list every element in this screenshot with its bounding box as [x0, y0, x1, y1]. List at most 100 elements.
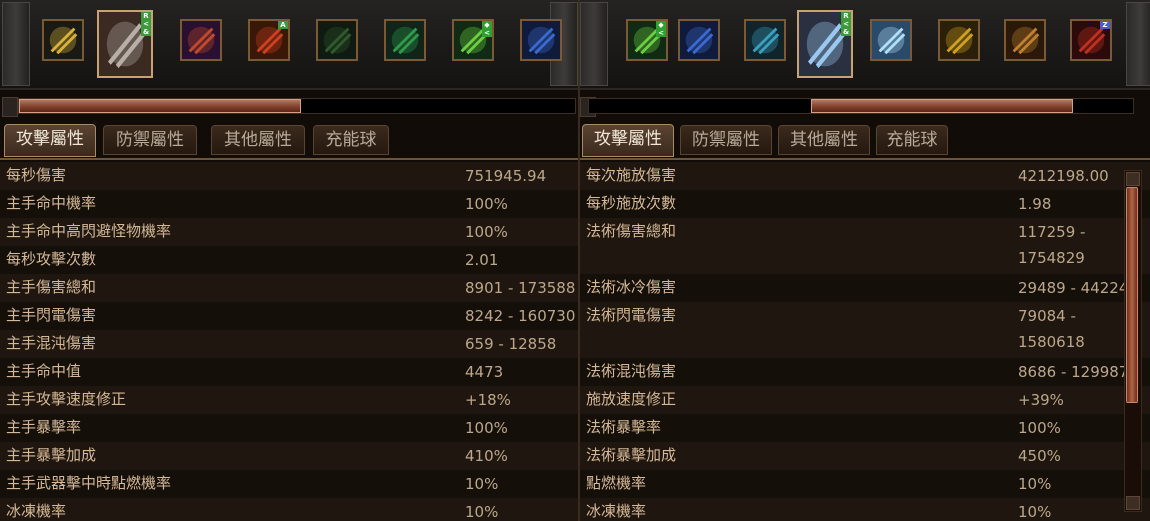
skill-slot[interactable]	[316, 19, 358, 61]
stat-label: 冰凍機率	[586, 502, 647, 520]
skill-slot[interactable]: R < &	[97, 10, 153, 78]
stat-value: 1580618	[1018, 333, 1085, 351]
scroll-down-button[interactable]	[1126, 496, 1140, 510]
stat-row: 冰凍機率 10%	[580, 498, 1150, 521]
skill-modifier-tag: <	[843, 20, 849, 28]
stat-label: 主手傷害總和	[6, 278, 97, 296]
tab-charge-orbs[interactable]: 充能球	[313, 125, 389, 155]
progress-track	[588, 98, 1134, 114]
stat-value: +39%	[1018, 391, 1064, 409]
stat-value: 100%	[465, 195, 508, 213]
tab-defense-attributes[interactable]: 防禦屬性	[680, 125, 772, 155]
stat-label: 主手閃電傷害	[6, 306, 97, 324]
skill-modifier-tag: R	[143, 12, 149, 20]
stat-value: 100%	[1018, 419, 1061, 437]
stat-value: 1.98	[1018, 195, 1052, 213]
stat-list: 每次施放傷害 4212198.00 每秒施放次數 1.98 法術傷害總和 117259 -…	[580, 158, 1150, 521]
progress-track	[18, 98, 576, 114]
skill-modifier-tag: <	[658, 29, 664, 37]
stat-label: 主手混沌傷害	[6, 334, 97, 352]
progress-left-cap	[2, 97, 18, 117]
attribute-tabs: 攻擊屬性 防禦屬性 其他屬性 充能球	[0, 124, 578, 157]
stat-label: 主手暴擊率	[6, 418, 82, 436]
tab-charge-orbs[interactable]: 充能球	[876, 125, 948, 155]
character-stats-panel-left: R < & A ◆ < 攻擊屬性 防禦屬性 其他屬性 充能球 每秒傷害 751945.94 主手命中機率…	[0, 0, 578, 521]
stat-row: 點燃機率 10%	[580, 470, 1150, 498]
beast-aura-skill-icon	[1006, 21, 1044, 59]
stat-row: 主手命中值 4473	[0, 358, 578, 386]
tab-attack-attributes[interactable]: 攻擊屬性	[4, 124, 96, 157]
stat-row: 主手混沌傷害 659 - 12858	[0, 330, 578, 358]
skill-modifier-tag: A	[280, 21, 286, 29]
skill-bar: R < & A ◆ <	[0, 0, 578, 90]
skill-modifier-tags: ◆ <	[482, 21, 492, 37]
blue-warrior-skill-icon	[522, 21, 560, 59]
skill-slot[interactable]	[384, 19, 426, 61]
skill-modifier-tags: ◆ <	[656, 21, 666, 37]
scroll-thumb[interactable]	[1126, 187, 1138, 403]
skill-slot[interactable]	[938, 19, 980, 61]
skill-slot[interactable]	[744, 19, 786, 61]
tab-defense-attributes[interactable]: 防禦屬性	[103, 125, 197, 155]
skill-modifier-tag: ◆	[484, 21, 490, 29]
skill-slot[interactable]	[1004, 19, 1046, 61]
stat-label: 主手暴擊加成	[6, 446, 97, 464]
skill-slot[interactable]: A	[248, 19, 290, 61]
stat-value: 1754829	[1018, 249, 1085, 267]
skill-modifier-tag: R	[843, 12, 849, 20]
stat-row: 法術暴擊率 100%	[580, 414, 1150, 442]
skill-slot[interactable]: R < &	[797, 10, 853, 78]
stat-label: 冰凍機率	[6, 502, 67, 520]
skill-modifier-tag: &	[142, 28, 150, 36]
poison-strike-skill-icon	[318, 21, 356, 59]
experience-bar	[580, 96, 1150, 118]
stat-row: 主手命中機率 100%	[0, 190, 578, 218]
stat-value: 10%	[1018, 503, 1052, 521]
stat-row: 法術冰冷傷害 29489 - 44224	[580, 274, 1150, 302]
stat-value: 659 - 12858	[465, 335, 557, 353]
stat-row: 法術傷害總和 117259 - 1754829	[580, 218, 1150, 274]
skill-slot[interactable]	[870, 19, 912, 61]
stat-list-scrollbar[interactable]	[1124, 170, 1142, 512]
stat-label: 主手攻擊速度修正	[6, 390, 127, 408]
stat-row: 每秒傷害 751945.94	[0, 162, 578, 190]
stat-label: 每次施放傷害	[586, 166, 677, 184]
skill-bar-left-cap	[2, 2, 30, 86]
stat-row: 每次施放傷害 4212198.00	[580, 162, 1150, 190]
tab-attack-attributes[interactable]: 攻擊屬性	[582, 124, 674, 157]
stat-value: 4473	[465, 363, 504, 381]
stat-row: 每秒施放次數 1.98	[580, 190, 1150, 218]
storm-clone-skill-icon	[872, 21, 910, 59]
stat-row: 冰凍機率 10%	[0, 498, 578, 521]
skill-slot[interactable]	[180, 19, 222, 61]
stat-value: 410%	[465, 447, 508, 465]
skill-slot[interactable]	[42, 19, 84, 61]
skill-modifier-tags: R < &	[841, 12, 851, 36]
stat-value: 100%	[465, 223, 508, 241]
skill-modifier-tags: Z	[1100, 21, 1110, 29]
skill-bar: ◆ < R < & Z	[580, 0, 1150, 90]
stat-label: 每秒施放次數	[586, 194, 677, 212]
stat-label: 主手命中值	[6, 362, 82, 380]
skill-modifier-tag: Z	[1102, 21, 1108, 29]
progress-fill	[19, 99, 301, 113]
stat-label: 點燃機率	[586, 474, 647, 492]
skill-slot[interactable]	[678, 19, 720, 61]
scroll-up-button[interactable]	[1126, 172, 1140, 186]
skill-slot[interactable]: ◆ <	[626, 19, 668, 61]
experience-bar	[0, 96, 578, 118]
stat-row: 施放速度修正 +39%	[580, 386, 1150, 414]
fire-aura-skill-icon	[182, 21, 220, 59]
stat-value: 100%	[465, 419, 508, 437]
tab-other-attributes[interactable]: 其他屬性	[778, 125, 870, 155]
skill-slot[interactable]: Z	[1070, 19, 1112, 61]
skill-modifier-tag: <	[484, 29, 490, 37]
stat-value: 751945.94	[465, 167, 547, 185]
stat-label: 法術暴擊加成	[586, 446, 677, 464]
stat-label: 每秒傷害	[6, 166, 67, 184]
tab-other-attributes[interactable]: 其他屬性	[211, 125, 305, 155]
stat-value: 29489 - 44224	[1018, 279, 1129, 297]
skill-slot[interactable]	[520, 19, 562, 61]
stat-value: +18%	[465, 391, 511, 409]
skill-slot[interactable]: ◆ <	[452, 19, 494, 61]
